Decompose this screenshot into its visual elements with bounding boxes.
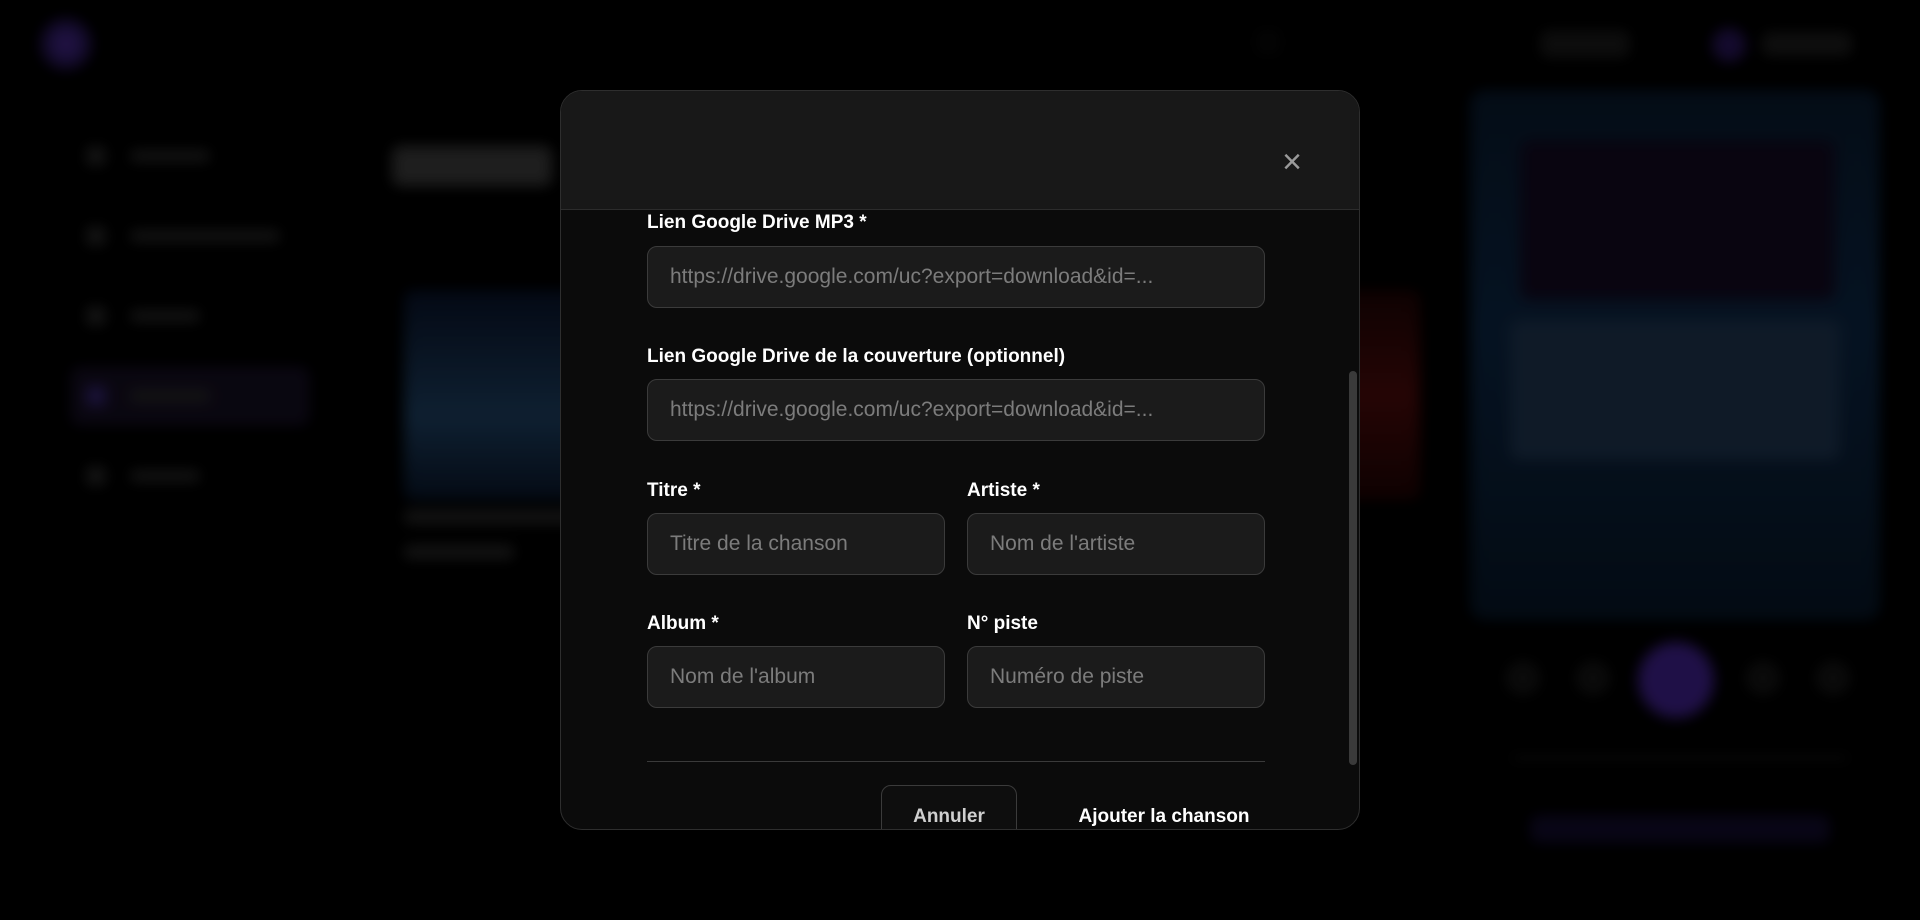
modal-scrollbar-thumb[interactable] xyxy=(1349,371,1357,765)
artist-label: Artiste * xyxy=(967,480,1040,501)
mp3-link-label: Lien Google Drive MP3 * xyxy=(647,212,867,233)
form-divider xyxy=(647,761,1265,762)
mp3-link-input[interactable] xyxy=(647,246,1265,308)
cancel-button[interactable]: Annuler xyxy=(881,785,1017,829)
close-icon[interactable]: × xyxy=(1275,145,1309,179)
modal-header: × xyxy=(561,91,1359,210)
add-song-modal: × Lien Google Drive MP3 * Lien Google Dr… xyxy=(560,90,1360,830)
track-number-label: N° piste xyxy=(967,613,1038,634)
track-number-input[interactable] xyxy=(967,646,1265,708)
title-label: Titre * xyxy=(647,480,701,501)
title-input[interactable] xyxy=(647,513,945,575)
modal-body: Lien Google Drive MP3 * Lien Google Driv… xyxy=(561,211,1359,829)
album-label: Album * xyxy=(647,613,719,634)
artist-input[interactable] xyxy=(967,513,1265,575)
album-input[interactable] xyxy=(647,646,945,708)
add-song-button[interactable]: Ajouter la chanson xyxy=(1039,785,1289,829)
cover-link-input[interactable] xyxy=(647,379,1265,441)
cover-link-label: Lien Google Drive de la couverture (opti… xyxy=(647,346,1066,367)
